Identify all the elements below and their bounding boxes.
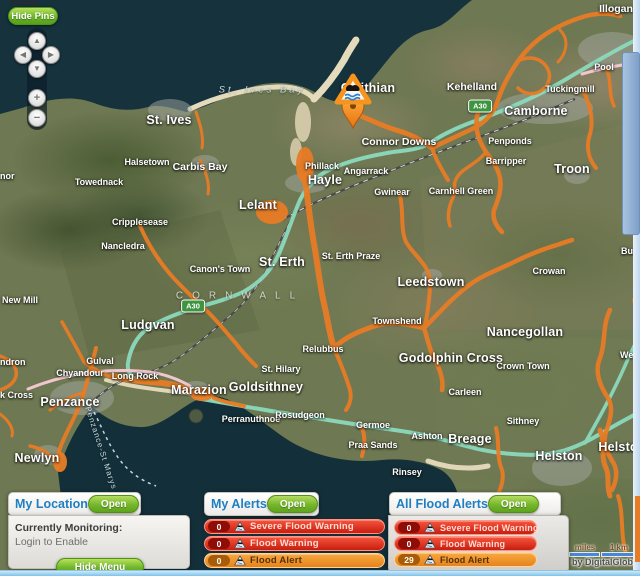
my-alerts-row-warning[interactable]: 0 Flood Warning [204,536,385,551]
flood-warning-label: Flood Warning [250,538,319,549]
flood-alert-triangle-icon [334,72,372,105]
scrollbar-orange-segment [635,496,640,562]
scale-miles-label: miles [570,543,600,552]
pan-left-button[interactable]: ◀ [14,46,32,64]
map-canvas[interactable]: IlloganPoolTuckingmillCamborneKehellandG… [0,0,640,576]
my-alerts-title: My Alerts [211,497,267,511]
pan-down-button[interactable]: ▼ [28,60,46,78]
scale-km-label: 1 km [602,543,636,552]
flood-alert-label: Flood Alert [440,555,489,565]
scrollbar-thumb[interactable] [622,52,640,235]
severe-warning-label: Severe Flood Warning [250,521,354,532]
scale-bar-miles [570,553,599,556]
bay-label: St. Ives Bay [219,85,306,96]
all-flood-alerts-open-button[interactable]: Open [488,495,540,513]
flood-warning-icon [424,522,436,533]
severe-warning-count: 0 [208,521,230,532]
cropped-button[interactable] [10,0,38,5]
hide-pins-button[interactable]: Hide Pins [8,7,58,25]
flood-warning-label: Flood Warning [440,539,505,549]
map-attribution: by DigitalGlobe [572,557,638,567]
my-location-open-button[interactable]: Open [88,495,140,513]
my-alerts-tab[interactable]: My Alerts Open [204,492,319,516]
pan-up-icon: ▲ [33,36,41,45]
monitoring-heading: Currently Monitoring: [15,522,122,534]
zoom-in-button[interactable]: + [28,89,46,107]
road-badge-a30: A30 [468,100,492,113]
map-geography [0,0,640,576]
flood-warning-icon [424,538,436,549]
all-alerts-row-warning[interactable]: 0 Flood Warning [394,536,537,551]
road-badge-a30: A30 [181,300,205,313]
all-alerts-row-alert[interactable]: 29 Flood Alert [394,552,537,567]
flood-warning-icon [234,521,246,532]
flood-alert-count: 29 [398,554,420,565]
severe-warning-count: 0 [398,522,420,533]
severe-warning-label: Severe Flood Warning [440,523,539,533]
flood-alert-marker[interactable] [334,72,372,132]
zoom-out-button[interactable]: − [28,109,46,127]
flood-map-app: IlloganPoolTuckingmillCamborneKehellandG… [0,0,640,576]
flood-alert-label: Flood Alert [250,555,302,566]
my-alerts-open-button[interactable]: Open [267,495,319,513]
flood-alert-icon [234,555,246,566]
all-flood-alerts-title: All Flood Alerts [396,497,488,511]
pan-down-icon: ▼ [33,64,41,73]
flood-alert-icon [424,554,436,565]
my-alerts-row-severe[interactable]: 0 Severe Flood Warning [204,519,385,534]
zoom-in-icon: + [34,92,40,104]
my-location-tab[interactable]: My Location Open [8,492,141,516]
window-bottom-border [0,570,640,576]
all-flood-alerts-tab[interactable]: All Flood Alerts Open [389,492,561,516]
all-alerts-row-severe[interactable]: 0 Severe Flood Warning [394,520,537,535]
zoom-out-icon: − [34,112,40,124]
flood-warning-count: 0 [398,538,420,549]
my-location-title: My Location [15,497,88,511]
pan-up-button[interactable]: ▲ [28,32,46,50]
pan-left-icon: ◀ [20,50,26,59]
flood-warning-icon [234,538,246,549]
scale-bar-km [602,553,635,556]
pan-right-button[interactable]: ▶ [42,46,60,64]
flood-warning-count: 0 [208,538,230,549]
monitoring-value: Login to Enable [15,536,88,548]
my-alerts-row-alert[interactable]: 0 Flood Alert [204,553,385,568]
pan-right-icon: ▶ [48,50,54,59]
flood-alert-count: 0 [208,555,230,566]
